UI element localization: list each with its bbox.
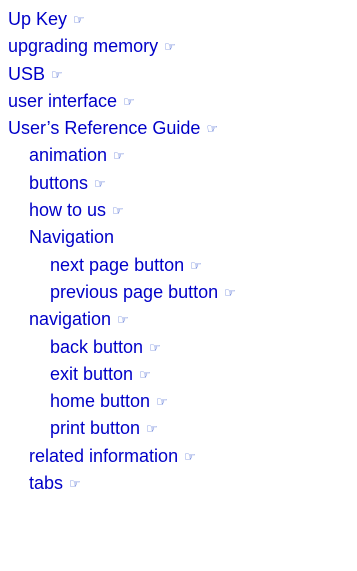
pointing-hand-icon[interactable]: ☞ <box>156 396 168 409</box>
index-entry-previous-page-button[interactable]: previous page button ☞ <box>0 279 357 306</box>
pointing-hand-icon[interactable]: ☞ <box>206 123 218 136</box>
entry-label: home button <box>50 391 151 412</box>
pointing-hand-icon[interactable]: ☞ <box>149 342 161 355</box>
entry-label: user interface <box>8 90 118 111</box>
pointing-hand-icon[interactable]: ☞ <box>51 69 63 82</box>
pointing-hand-icon[interactable]: ☞ <box>139 369 151 382</box>
pointing-hand-icon[interactable]: ☞ <box>69 478 81 491</box>
entry-label: previous page button <box>50 281 219 302</box>
index-entry-next-page-button[interactable]: next page button ☞ <box>0 252 357 279</box>
entry-label: navigation <box>29 309 112 330</box>
pointing-hand-icon[interactable]: ☞ <box>184 451 196 464</box>
index-entry-usb[interactable]: USB ☞ <box>0 61 357 88</box>
pointing-hand-icon[interactable]: ☞ <box>123 96 135 109</box>
entry-label: buttons <box>29 172 89 193</box>
pointing-hand-icon[interactable]: ☞ <box>164 41 176 54</box>
index-entry-related-information[interactable]: related information ☞ <box>0 443 357 470</box>
index-entry-print-button[interactable]: print button ☞ <box>0 415 357 442</box>
entry-label: related information <box>29 445 179 466</box>
index-entry-animation[interactable]: animation ☞ <box>0 142 357 169</box>
entry-label: next page button <box>50 254 185 275</box>
pointing-hand-icon[interactable]: ☞ <box>117 314 129 327</box>
entry-label: print button <box>50 418 141 439</box>
index-entry-back-button[interactable]: back button ☞ <box>0 334 357 361</box>
entry-label: Navigation <box>29 227 115 248</box>
entry-label: upgrading memory <box>8 36 159 57</box>
index-entry-up-key[interactable]: Up Key ☞ <box>0 6 357 33</box>
pointing-hand-icon[interactable]: ☞ <box>113 150 125 163</box>
pointing-hand-icon[interactable]: ☞ <box>146 423 158 436</box>
index-entry-user-interface[interactable]: user interface ☞ <box>0 88 357 115</box>
entry-label: how to us <box>29 200 107 221</box>
entry-label: exit button <box>50 363 134 384</box>
pointing-hand-icon[interactable]: ☞ <box>94 178 106 191</box>
index-entry-home-button[interactable]: home button ☞ <box>0 388 357 415</box>
index-entry-users-reference-guide[interactable]: User’s Reference Guide ☞ <box>0 115 357 142</box>
index-entry-buttons[interactable]: buttons ☞ <box>0 170 357 197</box>
pointing-hand-icon[interactable]: ☞ <box>73 14 85 27</box>
index-entry-navigation[interactable]: navigation ☞ <box>0 306 357 333</box>
entry-label: Up Key <box>8 9 68 29</box>
pointing-hand-icon[interactable]: ☞ <box>112 205 124 218</box>
entry-label: USB <box>8 63 46 84</box>
pointing-hand-icon[interactable]: ☞ <box>190 260 202 273</box>
entry-label: User’s Reference Guide <box>8 118 201 139</box>
entry-label: tabs <box>29 473 64 494</box>
index-entry-how-to-us[interactable]: how to us ☞ <box>0 197 357 224</box>
entry-label: back button <box>50 336 144 357</box>
index-heading-navigation: Navigation <box>0 224 357 251</box>
index-entry-exit-button[interactable]: exit button ☞ <box>0 361 357 388</box>
index-entry-tabs[interactable]: tabs ☞ <box>0 470 357 497</box>
pointing-hand-icon[interactable]: ☞ <box>224 287 236 300</box>
index-panel: Up Key ☞ upgrading memory ☞ USB ☞ user inte… <box>0 0 357 571</box>
entry-label: animation <box>29 145 108 166</box>
index-entry-upgrading-memory[interactable]: upgrading memory ☞ <box>0 33 357 60</box>
